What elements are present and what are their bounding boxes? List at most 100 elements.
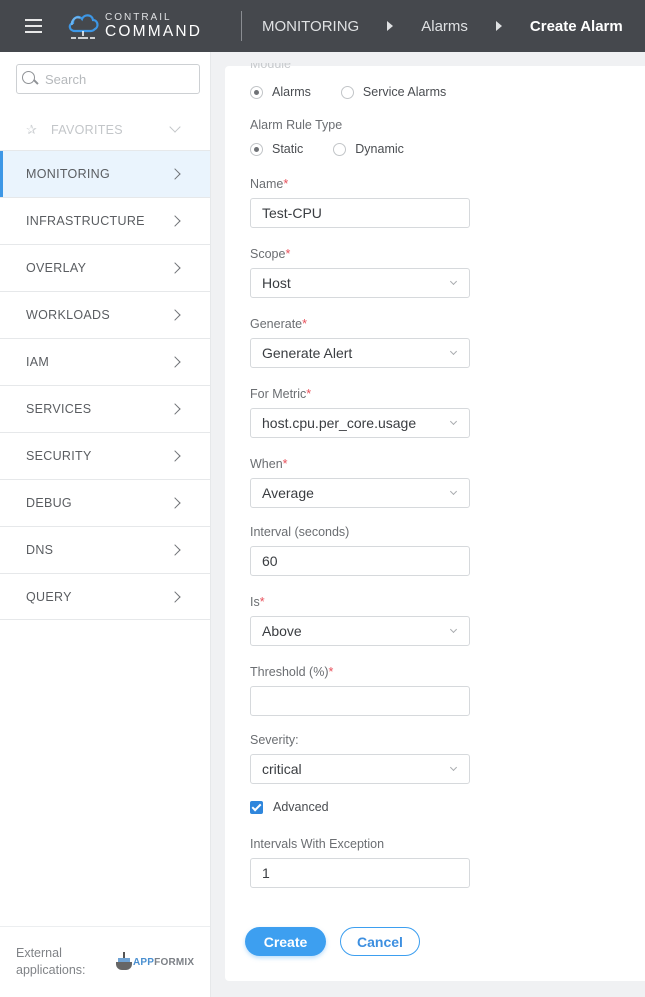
sidebar-item-monitoring[interactable]: MONITORING	[0, 150, 210, 197]
sidebar-item-infrastructure[interactable]: INFRASTRUCTURE	[0, 197, 210, 244]
sidebar-item-label: SECURITY	[26, 449, 92, 463]
chevron-right-icon	[169, 591, 181, 603]
radio-label: Static	[272, 142, 304, 156]
breadcrumb-monitoring[interactable]: MONITORING	[262, 18, 359, 35]
radio-alarms[interactable]: Alarms	[250, 85, 311, 99]
top-navigation-bar: CONTRAIL COMMAND MONITORING Alarms Creat…	[0, 0, 645, 52]
radio-unchecked-icon	[333, 142, 347, 156]
radio-label: Alarms	[272, 85, 311, 99]
caret-right-icon	[387, 21, 394, 31]
is-label: Is*	[250, 595, 265, 609]
chevron-right-icon	[169, 544, 181, 556]
sidebar-item-query[interactable]: QUERY	[0, 573, 210, 620]
chevron-right-icon	[169, 168, 181, 180]
metric-select[interactable]: host.cpu.per_core.usage	[250, 408, 470, 438]
chevron-down-icon	[169, 121, 181, 133]
sidebar-item-dns[interactable]: DNS	[0, 526, 210, 573]
radio-dynamic[interactable]: Dynamic	[333, 142, 404, 156]
breadcrumb: MONITORING Alarms Create Alarm	[262, 18, 623, 35]
when-value: Average	[262, 485, 314, 501]
interval-label: Interval (seconds)	[250, 525, 350, 539]
sidebar-search[interactable]	[16, 64, 200, 94]
search-icon	[22, 71, 38, 87]
search-input[interactable]	[45, 71, 185, 87]
sidebar-item-label: MONITORING	[26, 167, 111, 181]
sidebar-item-label: DEBUG	[26, 496, 72, 510]
severity-select[interactable]: critical	[250, 754, 470, 784]
is-value: Above	[262, 623, 302, 639]
chevron-right-icon	[169, 309, 181, 321]
contrail-command-logo[interactable]: CONTRAIL COMMAND	[66, 0, 241, 52]
scope-label: Scope*	[250, 247, 291, 261]
radio-label: Service Alarms	[362, 85, 447, 99]
generate-select[interactable]: Generate Alert	[250, 338, 470, 368]
sidebar-item-iam[interactable]: IAM	[0, 338, 210, 385]
module-radio-group: Alarms Service Alarms	[250, 85, 446, 99]
breadcrumb-alarms[interactable]: Alarms	[421, 18, 468, 35]
advanced-checkbox[interactable]: Advanced	[250, 800, 329, 814]
sidebar-item-label: QUERY	[26, 589, 72, 604]
name-field[interactable]	[250, 198, 470, 228]
appformix-ship-icon	[116, 952, 132, 972]
sidebar-item-label: DNS	[26, 543, 54, 557]
threshold-field[interactable]	[250, 686, 470, 716]
favorites-label: FAVORITES	[51, 123, 123, 137]
checkbox-checked-icon	[250, 800, 263, 814]
appformix-link[interactable]: APPFORMIX	[116, 952, 194, 972]
chevron-down-icon	[449, 625, 458, 634]
threshold-label: Threshold (%)*	[250, 665, 334, 679]
advanced-label: Advanced	[273, 800, 329, 814]
chevron-right-icon	[169, 497, 181, 509]
appformix-logo-text: APPFORMIX	[133, 956, 195, 968]
radio-checked-icon	[250, 142, 263, 156]
sidebar-item-security[interactable]: SECURITY	[0, 432, 210, 479]
sidebar-item-services[interactable]: SERVICES	[0, 385, 210, 432]
cloud-network-icon	[68, 14, 99, 39]
sidebar-item-label: WORKLOADS	[26, 308, 110, 322]
module-label: Module	[250, 57, 291, 71]
threshold-input[interactable]	[262, 693, 452, 709]
radio-unchecked-icon	[340, 85, 354, 99]
intervals-exception-label: Intervals With Exception	[250, 837, 385, 851]
caret-right-icon	[495, 21, 502, 31]
name-input[interactable]	[262, 205, 452, 221]
radio-checked-icon	[250, 85, 263, 99]
intervals-exception-field[interactable]	[250, 858, 470, 888]
sidebar-item-label: IAM	[26, 355, 50, 369]
logo-line1: CONTRAIL	[105, 11, 172, 23]
header-divider	[241, 11, 242, 41]
sidebar-item-workloads[interactable]: WORKLOADS	[0, 291, 210, 338]
create-alarm-form: Module Alarms Service Alarms Alarm Rule …	[225, 63, 645, 981]
radio-static[interactable]: Static	[250, 142, 303, 156]
cancel-button[interactable]: Cancel	[340, 927, 420, 956]
sidebar-item-overlay[interactable]: OVERLAY	[0, 244, 210, 291]
alarm-rule-type-label: Alarm Rule Type	[250, 118, 343, 132]
intervals-exception-input[interactable]	[262, 865, 452, 881]
chevron-right-icon	[169, 262, 181, 274]
generate-value: Generate Alert	[262, 345, 353, 361]
sidebar-item-label: SERVICES	[26, 402, 92, 416]
scope-select[interactable]: Host	[250, 268, 470, 298]
sidebar-nav: MONITORING INFRASTRUCTURE OVERLAY WORKLO…	[0, 150, 210, 620]
chevron-down-icon	[449, 347, 458, 356]
favorites-section[interactable]: ✰ FAVORITES	[0, 110, 210, 150]
sidebar: ✰ FAVORITES MONITORING INFRASTRUCTURE OV…	[0, 52, 211, 997]
chevron-down-icon	[449, 277, 458, 286]
interval-input[interactable]	[262, 553, 452, 569]
menu-button[interactable]	[0, 0, 66, 52]
is-select[interactable]: Above	[250, 616, 470, 646]
chevron-right-icon	[169, 403, 181, 415]
logo-line2: COMMAND	[105, 22, 203, 40]
generate-label: Generate*	[250, 317, 307, 331]
breadcrumb-create-alarm: Create Alarm	[529, 17, 623, 35]
name-label: Name*	[250, 177, 289, 191]
severity-value: critical	[262, 761, 302, 777]
create-button[interactable]: Create	[245, 927, 326, 956]
sidebar-item-debug[interactable]: DEBUG	[0, 479, 210, 526]
chevron-right-icon	[169, 356, 181, 368]
chevron-right-icon	[169, 215, 181, 227]
radio-service-alarms[interactable]: Service Alarms	[340, 85, 447, 99]
when-select[interactable]: Average	[250, 478, 470, 508]
metric-label: For Metric*	[250, 387, 312, 401]
interval-field[interactable]	[250, 546, 470, 576]
